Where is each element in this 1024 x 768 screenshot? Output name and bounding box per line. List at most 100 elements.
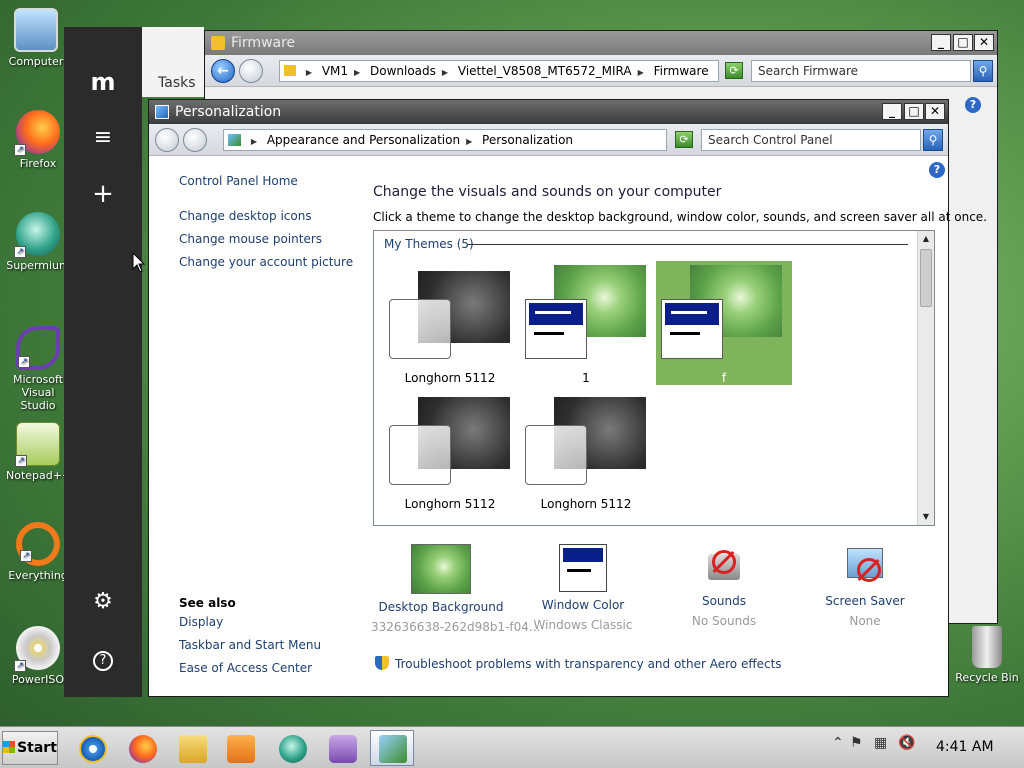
see-also-heading: See also <box>179 596 236 610</box>
theme-name: Longhorn 5112 <box>540 497 632 511</box>
theme-item[interactable]: Longhorn 5112 <box>382 261 518 385</box>
refresh-button[interactable]: ⟳ <box>725 62 743 79</box>
search-icon[interactable]: ⚲ <box>973 60 993 82</box>
option-title: Sounds <box>701 594 747 608</box>
theme-item[interactable]: Longhorn 5112 <box>518 387 654 511</box>
menu-icon[interactable]: ≡ <box>88 123 118 153</box>
breadcrumb-item[interactable]: Downloads <box>370 64 436 78</box>
back-button[interactable]: ← <box>211 59 235 83</box>
taskbar-explorer[interactable] <box>170 730 214 766</box>
desktop-icon-label: Firefox <box>19 157 57 170</box>
sounds-option[interactable]: Sounds No Sounds <box>654 544 794 628</box>
shortcut-arrow-icon: ↗ <box>15 455 27 467</box>
taskbar-firefox[interactable] <box>120 730 164 766</box>
breadcrumb-item[interactable]: Appearance and Personalization <box>267 133 460 147</box>
minimize-button[interactable]: _ <box>931 34 951 51</box>
theme-window-preview <box>389 299 451 359</box>
desktop-icon-supermium[interactable]: ↗ Supermium <box>6 212 70 272</box>
display-link[interactable]: Display <box>179 615 223 629</box>
supermium-icon <box>279 735 307 763</box>
close-button[interactable]: ✕ <box>925 103 945 120</box>
show-hidden-icons-icon[interactable]: ⌃ <box>832 735 844 751</box>
firefox-icon <box>129 735 157 763</box>
taskbar-app-save[interactable] <box>320 730 364 766</box>
volume-muted-icon[interactable]: 🔇 <box>898 735 915 751</box>
start-button[interactable]: Start <box>2 731 58 765</box>
tasks-label[interactable]: Tasks <box>158 75 196 91</box>
desktop-icon-poweriso[interactable]: ↗ PowerISO <box>6 626 70 686</box>
taskbar-control-panel[interactable] <box>370 730 414 766</box>
help-icon[interactable]: ? <box>965 97 981 113</box>
change-account-picture-link[interactable]: Change your account picture <box>179 255 353 269</box>
taskbar-supermium[interactable] <box>270 730 314 766</box>
desktop-icon-everything[interactable]: ↗ Everything <box>6 522 70 582</box>
theme-window-preview <box>525 299 587 359</box>
forward-button[interactable] <box>183 128 207 152</box>
network-icon[interactable]: ▦ <box>874 735 887 751</box>
desktop-icon-firefox[interactable]: ↗ Firefox <box>6 110 70 170</box>
desktop-icon-visual-studio[interactable]: ↗ Microsoft Visual Studio <box>6 326 70 412</box>
help-icon[interactable]: ? <box>88 643 118 673</box>
troubleshoot-link[interactable]: Troubleshoot problems with transparency … <box>375 656 782 671</box>
breadcrumb[interactable]: ▶ VM1 ▶ Downloads ▶ Viettel_V8508_MT6572_M… <box>279 60 719 82</box>
supermium-icon: ↗ <box>14 212 60 258</box>
scroll-thumb[interactable] <box>920 249 932 307</box>
app-logo-icon[interactable]: m <box>88 67 118 97</box>
add-icon[interactable]: + <box>88 179 118 209</box>
change-mouse-pointers-link[interactable]: Change mouse pointers <box>179 232 322 246</box>
disc-icon: ↗ <box>14 626 60 672</box>
personalization-window[interactable]: Personalization _ □ ✕ ▶ Appearance and P… <box>148 99 987 697</box>
app-square-icon <box>329 735 357 763</box>
theme-item[interactable]: Longhorn 5112 <box>382 387 518 511</box>
desktop-icon-recycle-bin[interactable]: Recycle Bin <box>952 626 1022 684</box>
screen-saver-option[interactable]: Screen Saver None <box>795 544 935 628</box>
settings-sliders-icon[interactable]: ⚙ <box>88 587 118 617</box>
help-icon[interactable]: ? <box>929 162 945 178</box>
theme-item-selected[interactable]: f <box>656 261 792 385</box>
scroll-down-icon[interactable]: ▼ <box>918 509 934 525</box>
themes-scrollbar[interactable]: ▲ ▼ <box>917 231 934 525</box>
refresh-button[interactable]: ⟳ <box>675 131 693 148</box>
breadcrumb[interactable]: ▶ Appearance and Personalization ▶ Person… <box>223 129 667 151</box>
breadcrumb-item[interactable]: Viettel_V8508_MT6572_MIRA <box>458 64 632 78</box>
maximize-button[interactable]: □ <box>904 103 924 120</box>
control-panel-home-link[interactable]: Control Panel Home <box>179 174 298 188</box>
minimize-button[interactable]: _ <box>882 103 902 120</box>
control-panel-icon <box>228 134 241 146</box>
maximize-button[interactable]: □ <box>953 34 973 51</box>
firmware-titlebar[interactable]: Firmware _ □ ✕ <box>205 31 997 55</box>
forward-button[interactable] <box>239 59 263 83</box>
themes-group-title: My Themes (5) <box>384 237 478 251</box>
change-desktop-icons-link[interactable]: Change desktop icons <box>179 209 312 223</box>
personalization-icon <box>155 105 169 119</box>
breadcrumb-item[interactable]: Firmware <box>654 64 709 78</box>
back-button[interactable] <box>155 128 179 152</box>
search-icon[interactable]: ⚲ <box>923 129 943 151</box>
desktop-background-option[interactable]: Desktop Background 332636638-262d98b1-f0… <box>371 544 540 634</box>
taskbar-media-player[interactable] <box>218 730 262 766</box>
themes-list[interactable]: My Themes (5) Longhorn 5112 1 f Longhorn… <box>373 230 935 526</box>
window-color-option[interactable]: Window Color Windows Classic <box>513 544 653 632</box>
taskbar-ie[interactable] <box>70 730 114 766</box>
breadcrumb-item[interactable]: VM1 <box>322 64 348 78</box>
notepadpp-icon: ↗ <box>15 422 60 467</box>
shortcut-arrow-icon: ↗ <box>14 144 26 156</box>
scroll-up-icon[interactable]: ▲ <box>918 231 934 247</box>
window-color-icon <box>559 544 607 592</box>
page-subtitle: Click a theme to change the desktop back… <box>373 210 987 224</box>
ease-of-access-link[interactable]: Ease of Access Center <box>179 661 312 675</box>
search-input[interactable]: Search Firmware <box>751 60 971 82</box>
shield-icon <box>375 656 389 670</box>
close-button[interactable]: ✕ <box>974 34 994 51</box>
personalization-titlebar[interactable]: Personalization _ □ ✕ <box>149 100 948 124</box>
clock[interactable]: 4:41 AM <box>936 739 994 755</box>
action-center-flag-icon[interactable]: ⚑ <box>850 735 863 751</box>
breadcrumb-item[interactable]: Personalization <box>482 133 573 147</box>
desktop-icon-notepadpp[interactable]: ↗ Notepad++ <box>6 422 71 482</box>
theme-item[interactable]: 1 <box>518 261 654 385</box>
search-input[interactable]: Search Control Panel <box>701 129 921 151</box>
shortcut-arrow-icon: ↗ <box>20 550 32 562</box>
visual-studio-icon: ↗ <box>16 326 60 370</box>
desktop-icon-computer[interactable]: Computer <box>4 8 68 68</box>
taskbar-start-menu-link[interactable]: Taskbar and Start Menu <box>179 638 321 652</box>
